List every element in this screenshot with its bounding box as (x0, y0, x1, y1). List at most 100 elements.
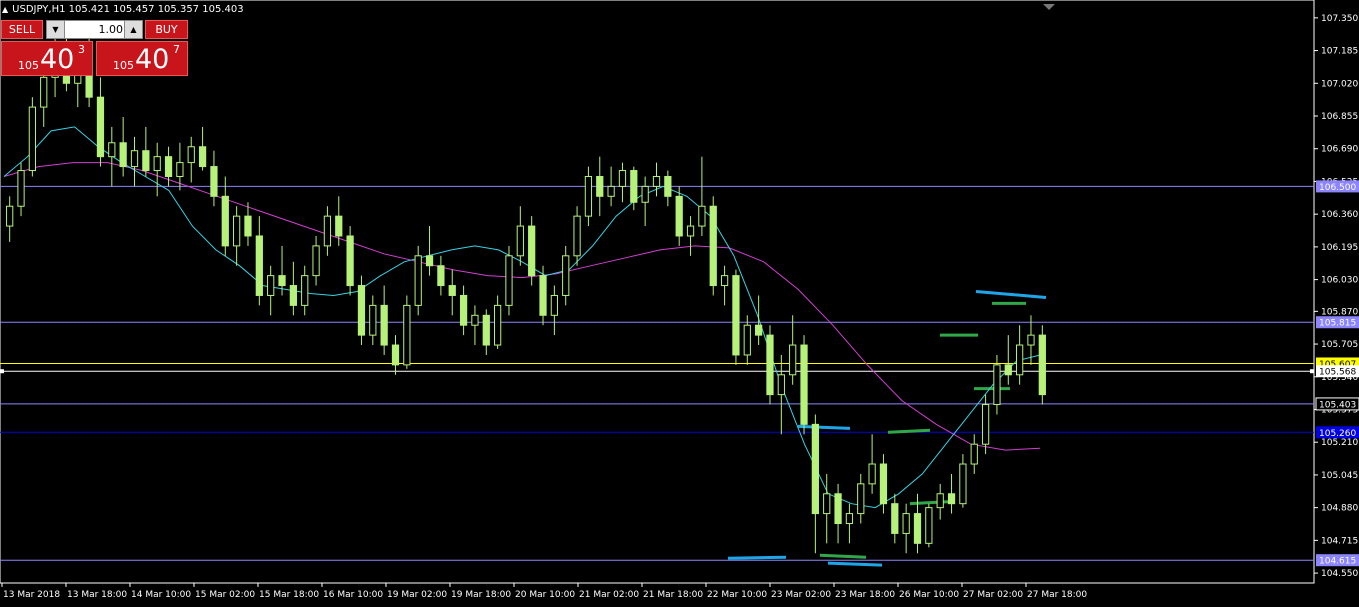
candle (823, 473, 831, 544)
candle (471, 305, 479, 346)
candle (142, 126, 150, 177)
x-tick-label: 15 Mar 18:00 (259, 590, 319, 600)
price-axis: 107.350 107.185 107.020 106.855 106.690 106.5… (1314, 14, 1358, 579)
price-label-text: 105.815 (1319, 319, 1356, 329)
candle-body (936, 493, 944, 509)
lot-size-input[interactable] (65, 21, 123, 38)
candle-body (459, 294, 468, 326)
fast-moving-average-line (3, 126, 1041, 509)
x-tick-label: 22 Mar 10:00 (707, 590, 767, 600)
candle-body (777, 374, 785, 396)
candle (902, 503, 910, 554)
candle (391, 335, 400, 375)
candle (414, 245, 422, 316)
candle (811, 414, 819, 554)
line-handle-right[interactable] (1310, 369, 1314, 374)
candle-body (618, 170, 627, 187)
y-tick-label: 104.550 (1321, 569, 1358, 579)
support-marker-blue-1[interactable] (727, 555, 787, 560)
candle-body (1016, 344, 1024, 376)
y-tick-label: 107.350 (1321, 14, 1358, 24)
candle-body (686, 225, 695, 237)
buy-button[interactable]: BUY (145, 20, 188, 39)
y-tick-label: 105.045 (1321, 471, 1358, 481)
time-axis: 13 Mar 2018 13 Mar 18:00 14 Mar 10:00 15 Ma… (1, 583, 1087, 600)
candles-layer (6, 27, 1046, 554)
candle (652, 162, 661, 197)
price-label-text: 104.615 (1319, 557, 1356, 567)
candle-body (1027, 334, 1035, 346)
candle-body (142, 150, 150, 172)
candle (698, 156, 706, 236)
candle-body (562, 255, 570, 296)
sell-button[interactable]: SELL (1, 20, 43, 39)
y-tick-label: 106.690 (1321, 145, 1358, 155)
slow-moving-average-line (3, 162, 1041, 451)
x-tick-label: 26 Mar 10:00 (899, 590, 959, 600)
price-label-text: 105.260 (1319, 429, 1356, 439)
candle-body (323, 215, 332, 247)
candle (6, 196, 14, 242)
x-tick-label: 21 Mar 02:00 (579, 590, 639, 600)
resistance-marker-blue-2[interactable] (797, 424, 851, 430)
chart-canvas[interactable]: 107.350 107.185 107.020 106.855 106.690 106.5… (0, 0, 1359, 603)
candle-body (187, 146, 195, 164)
y-tick-label: 105.210 (1321, 438, 1358, 448)
candle (936, 483, 944, 520)
candle-body (380, 304, 388, 346)
y-tick-label: 106.195 (1321, 243, 1358, 253)
buy-quote-fraction: 7 (173, 43, 180, 56)
candle-body (335, 215, 343, 237)
candle (879, 454, 888, 514)
candle-body (868, 463, 876, 485)
candle (573, 206, 581, 266)
candle-body (244, 215, 252, 237)
buy-quote[interactable]: 105 40 7 (96, 41, 188, 76)
support-marker-green-2[interactable] (887, 428, 931, 434)
candle (607, 166, 615, 207)
candle-body (891, 503, 899, 534)
candle (528, 216, 536, 286)
candle (868, 434, 876, 494)
horizontal-lines-layer (0, 185, 1314, 561)
candle-body (6, 205, 14, 227)
candle-body (970, 443, 978, 465)
x-tick-label: 15 Mar 02:00 (195, 590, 255, 600)
candle-body (879, 463, 888, 505)
candle (335, 196, 343, 246)
x-tick-label: 27 Mar 02:00 (963, 590, 1023, 600)
moving-averages-layer (3, 126, 1041, 509)
candle (925, 503, 933, 548)
candle-body (766, 334, 774, 396)
candle-body (755, 324, 763, 336)
candle-body (539, 275, 547, 316)
candle (970, 434, 978, 474)
price-chart[interactable]: 107.350 107.185 107.020 106.855 106.690 106.5… (0, 0, 1359, 603)
candle-body (584, 175, 593, 217)
candle (766, 325, 774, 405)
candle (959, 454, 967, 508)
candle (323, 206, 332, 256)
candle (437, 255, 445, 296)
candle (550, 285, 558, 336)
candle-body (346, 235, 354, 287)
candle-body (369, 304, 377, 336)
buy-quote-prefix: 105 (113, 59, 134, 72)
collapse-triangle-icon[interactable]: ▲ (2, 5, 8, 14)
y-tick-label: 104.880 (1321, 504, 1358, 514)
lot-decrease-icon[interactable]: ▼ (47, 21, 65, 38)
candle (618, 162, 627, 203)
candle (675, 186, 683, 246)
candle-body (902, 513, 910, 534)
candle-body (845, 513, 854, 525)
sell-quote[interactable]: 105 40 3 (1, 41, 93, 76)
candle-body (516, 225, 524, 257)
candle (800, 335, 808, 435)
support-marker-blue-2[interactable] (827, 561, 883, 567)
support-marker-green-4[interactable] (819, 553, 867, 559)
lot-increase-icon[interactable]: ▲ (124, 21, 142, 38)
scroll-shift-marker-icon[interactable] (1043, 4, 1055, 10)
line-handle-left[interactable] (0, 369, 4, 374)
candle-body (437, 265, 445, 287)
resistance-marker-top[interactable] (975, 290, 1047, 299)
